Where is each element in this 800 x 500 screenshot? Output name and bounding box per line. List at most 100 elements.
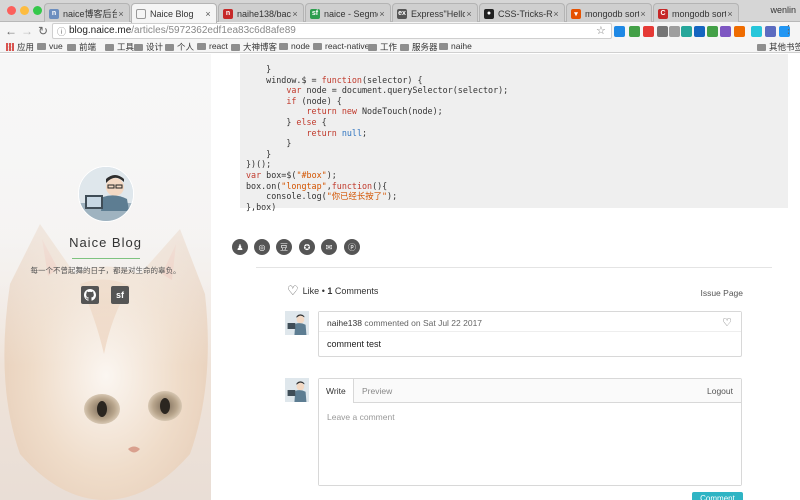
tab-close-icon[interactable]: × [465,9,473,19]
back-icon[interactable]: ← [4,24,18,38]
bookmark-item[interactable]: naihe [439,41,472,51]
qq-icon[interactable]: ♟ [232,239,248,255]
tab-close-icon[interactable]: × [639,9,647,19]
code-token: },box) [246,201,277,212]
tab-label: naice - SegmentFault [324,8,378,19]
extension-icon[interactable] [765,26,776,37]
address-bar[interactable]: ⓘ blog.naice.me/articles/5972362edf1ea83… [52,23,612,39]
folder-icon [197,42,206,50]
folder-icon [37,42,46,50]
tab-close-icon[interactable]: × [378,9,386,19]
segmentfault-icon[interactable]: sf [111,286,129,304]
bookmark-item[interactable]: 服务器 [400,41,438,53]
bookmark-star-icon[interactable]: ☆ [596,24,606,37]
folder-icon [279,42,288,50]
bookmark-item[interactable]: 前端 [67,41,96,53]
pinterest-icon[interactable]: ⓟ [344,239,360,255]
folder-icon [105,43,114,51]
code-token: (){ [372,180,388,191]
bookmark-label: 个人 [177,42,195,52]
folder-icon [313,42,322,50]
heart-icon[interactable]: ♡ [287,284,299,297]
code-line: },box) [246,202,788,213]
cat-background-image [0,54,211,500]
bookmark-label: 服务器 [412,42,438,52]
bookmark-item[interactable]: 个人 [165,41,194,53]
tab-close-icon[interactable]: × [726,9,734,19]
code-line: } else { [246,117,788,128]
code-line: box.on("longtap",function(){ [246,181,788,192]
douban-icon[interactable]: 豆 [276,239,292,255]
maximize-window-button[interactable] [33,6,42,15]
extension-icon[interactable] [657,26,668,37]
code-token: node = document.querySelector(selector); [301,85,509,96]
bookmark-item[interactable]: node [279,41,310,51]
extension-icon[interactable] [643,26,654,37]
commenter-avatar[interactable] [285,311,309,335]
other-bookmarks[interactable]: 其他书签 [757,41,800,53]
browser-tab[interactable]: n naice博客后台管理× [44,3,130,23]
bookmark-item[interactable]: 设计 [134,41,163,53]
extension-icon[interactable] [629,26,640,37]
forward-icon[interactable]: → [20,24,34,38]
bookmark-item[interactable]: 工作 [368,41,397,53]
code-token: console.log( [246,191,327,202]
heart-icon[interactable]: ♡ [722,316,732,329]
browser-tab[interactable]: Cmongodb sort()方法× [653,3,739,23]
extension-icon[interactable] [707,26,718,37]
browser-menu-icon[interactable]: ⋮ [783,23,794,36]
browser-tab[interactable]: ex Express"Hello World× [392,3,478,23]
tab-label: Express"Hello World [411,8,465,19]
tab-close-icon[interactable]: × [117,9,125,19]
profile-username[interactable]: wenlin [770,5,796,15]
tab-close-icon[interactable]: × [552,9,560,19]
github-icon[interactable] [81,286,99,304]
extension-icon[interactable] [694,26,705,37]
code-token: } [246,64,272,74]
like-summary[interactable]: ♡ Like • 1 Comments [287,284,378,297]
extension-icon[interactable] [669,26,680,37]
extension-icon[interactable] [751,26,762,37]
browser-tab[interactable]: Naice Blog × [131,3,217,23]
extension-icon[interactable] [734,26,745,37]
bookmark-item[interactable]: 工具 [105,41,134,53]
comment-header: naihe138 commented on Sat Jul 22 2017 ♡ [319,312,741,332]
close-window-button[interactable] [7,6,16,15]
browser-tab[interactable]: ▾ mongodb sort limit× [566,3,652,23]
tab-write[interactable]: Write [319,379,354,404]
extension-icon[interactable] [681,26,692,37]
extension-icon[interactable] [720,26,731,37]
like-separator: • [321,286,325,296]
bookmark-item[interactable]: 应用 [6,41,34,53]
reload-icon[interactable]: ↻ [36,24,50,38]
bookmark-item[interactable]: react [197,41,228,51]
tab-close-icon[interactable]: × [291,9,299,19]
weibo-icon[interactable]: ◎ [254,239,270,255]
blog-title[interactable]: Naice Blog [0,235,211,250]
browser-tab[interactable]: sf naice - SegmentFault× [305,3,391,23]
browser-tab[interactable]: ● CSS-Tricks-React× [479,3,565,23]
minimize-window-button[interactable] [20,6,29,15]
comment-textarea[interactable] [319,403,741,485]
code-token: })(); [246,159,272,170]
tab-preview[interactable]: Preview [355,379,399,403]
bookmark-label: react [209,41,228,51]
bookmark-item[interactable]: 大神博客 [231,41,277,53]
folder-icon [231,43,240,51]
mail-icon[interactable]: ✉ [321,239,337,255]
submit-comment-button[interactable]: Comment [692,492,743,500]
tab-favicon-icon: n [223,8,233,19]
browser-tab[interactable]: n naihe138/backend× [218,3,304,23]
site-info-icon[interactable]: ⓘ [57,25,66,39]
qzone-icon[interactable]: ✪ [299,239,315,255]
tab-close-icon[interactable]: × [204,9,212,19]
logout-button[interactable]: Logout [707,379,733,403]
author-avatar[interactable] [78,166,134,222]
comment-author[interactable]: naihe138 [327,318,362,328]
extension-icon[interactable] [614,26,625,37]
tab-favicon-icon: n [49,8,59,19]
current-user-avatar[interactable] [285,378,309,402]
bookmark-item[interactable]: react-native [313,41,369,51]
bookmark-item[interactable]: vue [37,41,63,51]
issue-page-link[interactable]: Issue Page [700,288,743,298]
